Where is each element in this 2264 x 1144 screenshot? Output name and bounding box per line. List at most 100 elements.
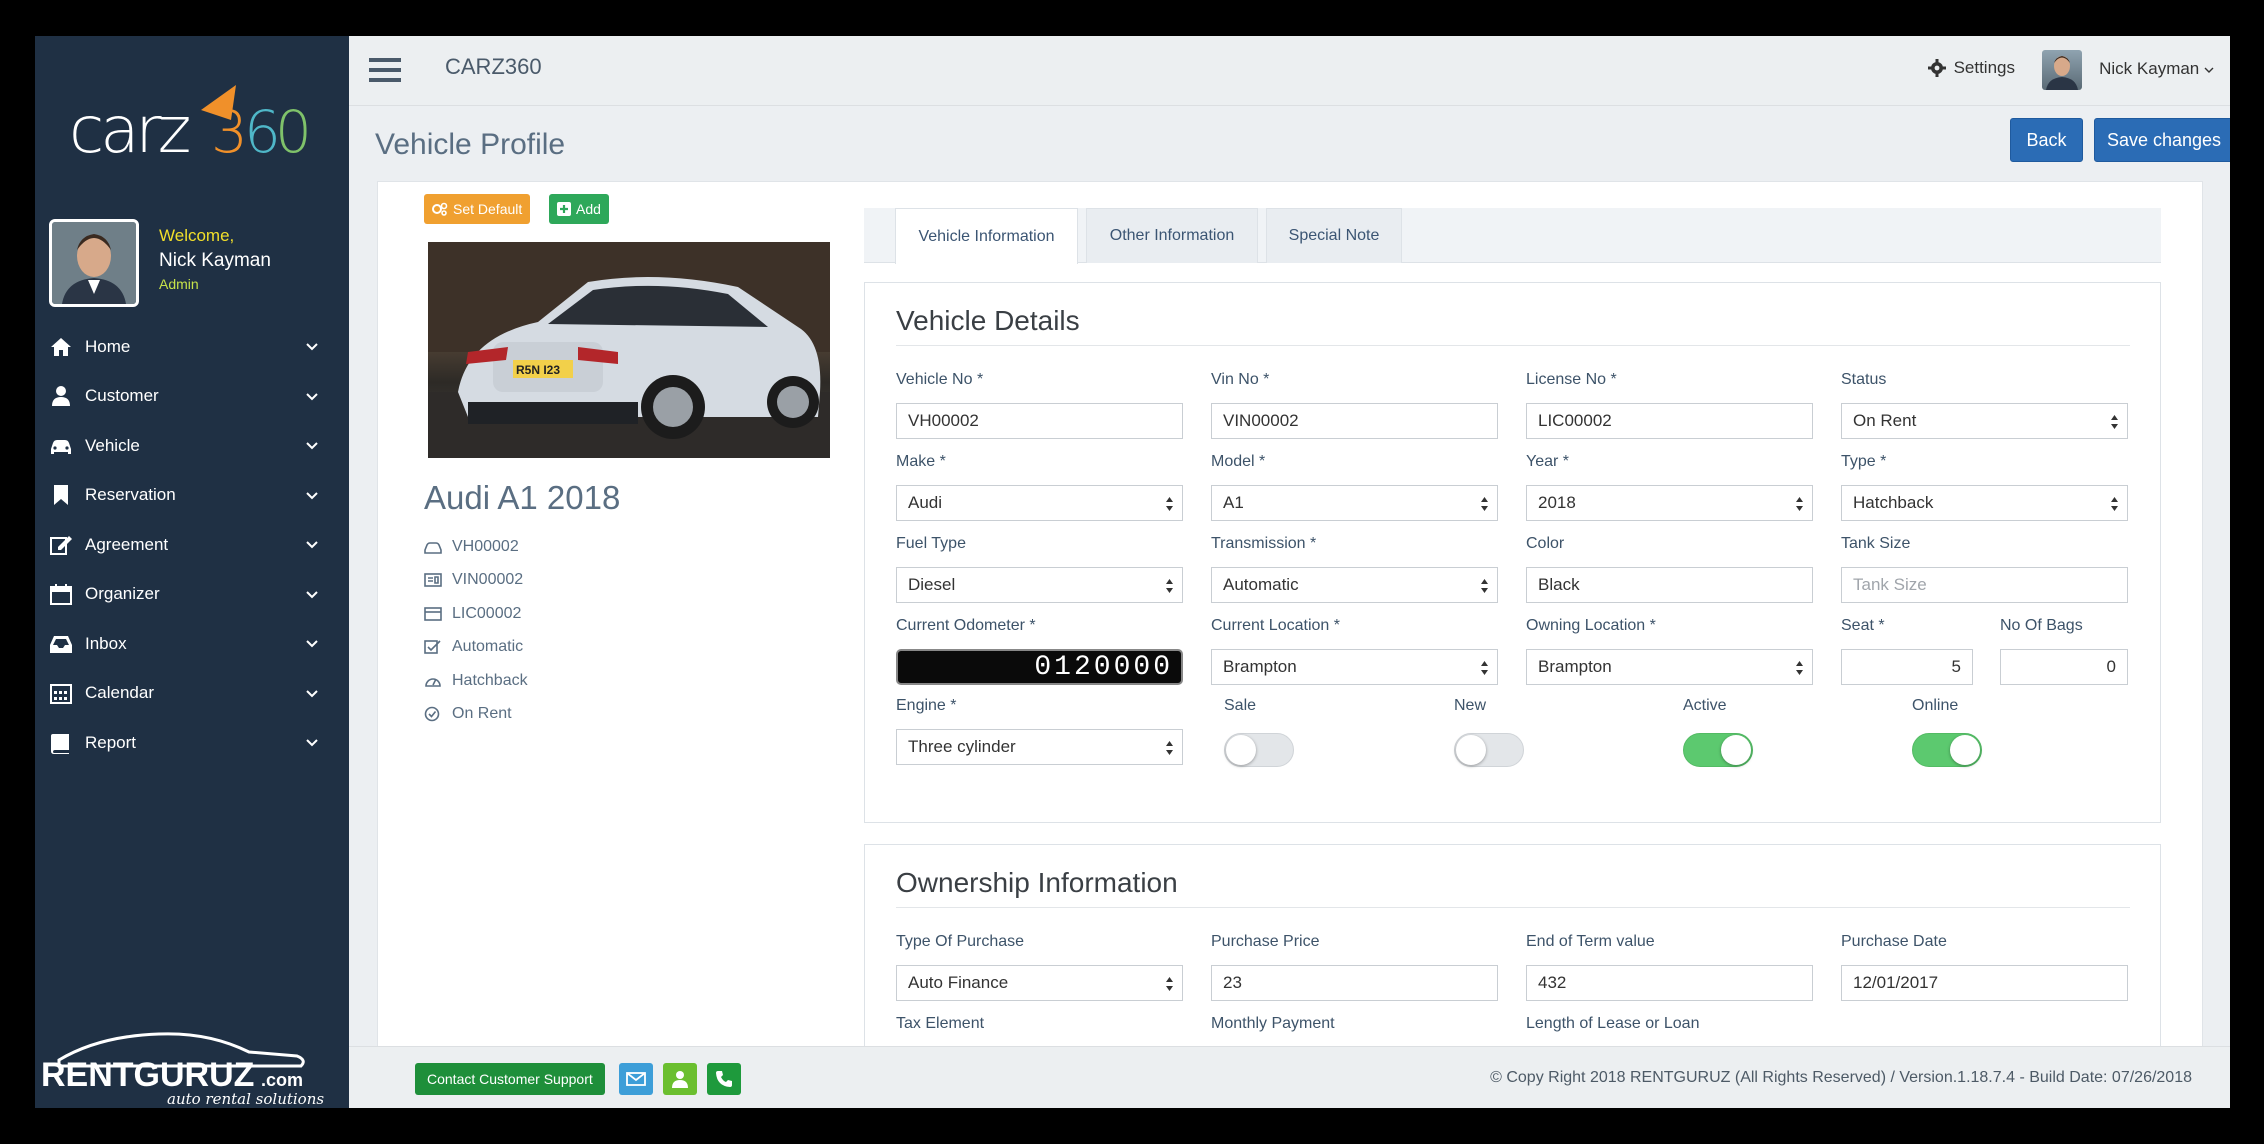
back-button[interactable]: Back [2010,118,2083,162]
vin-no-input[interactable]: VIN00002 [1211,403,1498,439]
sidebar-item-agreement[interactable]: Agreement [35,520,349,570]
seat-field: Seat * 5 [1841,617,1973,685]
select-arrows-icon [1166,977,1173,991]
field-label: Monthly Payment [1211,1015,1335,1032]
menu-icon[interactable] [369,56,401,84]
carz360-logo[interactable]: carz 3 6 0 [61,80,311,180]
chevron-down-icon [306,343,318,351]
end-of-term-input[interactable]: 432 [1526,965,1813,1001]
sidebar-item-reservation[interactable]: Reservation [35,471,349,521]
sidebar-item-home[interactable]: Home [35,322,349,372]
sidebar-item-report[interactable]: Report [35,718,349,768]
select-arrows-icon [2111,497,2118,511]
edit-icon [50,535,72,555]
chevron-down-icon [306,739,318,747]
sidebar-item-inbox[interactable]: Inbox [35,619,349,669]
sale-toggle[interactable] [1224,733,1294,767]
color-input[interactable]: Black [1526,567,1813,603]
fuel-type-select[interactable]: Diesel [896,567,1183,603]
svg-text:.com: .com [261,1070,303,1090]
tank-size-input[interactable]: Tank Size [1841,567,2128,603]
vehicle-details-heading: Vehicle Details [896,305,1080,336]
sidebar-item-customer[interactable]: Customer [35,372,349,422]
field-label: Purchase Price [1211,933,1320,950]
phone-button[interactable] [707,1063,741,1095]
current-location-select[interactable]: Brampton [1211,649,1498,685]
field-label: Length of Lease or Loan [1526,1015,1700,1032]
type-of-purchase-select[interactable]: Auto Finance [896,965,1183,1001]
checkbox-icon [424,640,441,655]
save-changes-button[interactable]: Save changes [2094,118,2230,162]
sidebar-user-name: Nick Kayman [159,250,271,271]
engine-select[interactable]: Three cylinder [896,729,1183,765]
field-label: Type * [1841,453,1887,470]
status-select[interactable]: On Rent [1841,403,2128,439]
sidebar-item-label: Calendar [85,683,154,703]
field-label: Vehicle No * [896,371,984,388]
type-of-purchase-field: Type Of Purchase Auto Finance [896,933,1183,1001]
set-default-button[interactable]: Set Default [424,194,531,224]
sidebar-item-label: Agreement [85,534,169,554]
topbar-avatar[interactable] [2042,50,2082,90]
tab-other-information[interactable]: Other Information [1086,208,1258,263]
transmission-select[interactable]: Automatic [1211,567,1498,603]
select-arrows-icon [2111,415,2118,429]
field-label: Model * [1211,453,1266,470]
add-photo-button[interactable]: Add [549,194,609,224]
field-label: Sale [1224,697,1257,714]
calendar-grid-icon [50,684,72,705]
purchase-price-input[interactable]: 23 [1211,965,1498,1001]
sidebar-item-vehicle[interactable]: Vehicle [35,421,349,471]
svg-text:RENTGURUZ: RENTGURUZ [41,1056,254,1094]
year-select[interactable]: 2018 [1526,485,1813,521]
purchase-date-input[interactable]: 12/01/2017 [1841,965,2128,1001]
app-window: carz 3 6 0 Welcome, Nick Kayman Admin Ho… [35,36,2230,1108]
tab-vehicle-information[interactable]: Vehicle Information [895,208,1078,264]
make-select[interactable]: Audi [896,485,1183,521]
calendar-icon [50,584,72,606]
field-label: Tax Element [896,1015,985,1032]
select-value: Hatchback [1853,493,1934,512]
contact-support-button[interactable]: Contact Customer Support [415,1063,605,1095]
vehicle-no-input[interactable]: VH00002 [896,403,1183,439]
model-select[interactable]: A1 [1211,485,1498,521]
type-select[interactable]: Hatchback [1841,485,2128,521]
seat-input[interactable]: 5 [1841,649,1973,685]
contact-button[interactable] [663,1063,697,1095]
user-menu[interactable]: Nick Kayman [2099,59,2214,79]
select-value: Auto Finance [908,973,1009,992]
select-arrows-icon [1481,497,1488,511]
settings-link[interactable]: Settings [1927,58,2015,78]
sidebar-item-calendar[interactable]: Calendar [35,669,349,719]
summary-vehicle-no: VH00002 [424,530,528,564]
vehicle-title: Audi A1 2018 [424,479,621,516]
field-label: Vin No * [1211,371,1270,388]
vin-no-field: Vin No * VIN00002 [1211,371,1498,439]
svg-text:carz: carz [69,94,189,168]
new-toggle[interactable] [1454,733,1524,767]
owning-location-field: Owning Location * Brampton [1526,617,1813,685]
car-icon [424,541,442,554]
select-arrows-icon [1166,741,1173,755]
tank-size-field: Tank Size Tank Size [1841,535,2128,603]
select-value: On Rent [1853,411,1917,430]
chevron-down-icon [306,640,318,648]
sale-field: Sale [1224,697,1344,767]
owning-location-select[interactable]: Brampton [1526,649,1813,685]
online-toggle[interactable] [1912,733,1982,767]
dashboard-icon [425,677,441,687]
toggle-knob [1721,735,1751,765]
odometer-input[interactable]: 0120000 [896,649,1183,685]
divider [896,907,2130,908]
active-toggle[interactable] [1683,733,1753,767]
email-button[interactable] [619,1063,653,1095]
tab-special-note[interactable]: Special Note [1266,208,1402,263]
vehicle-photo[interactable]: R5N I23 [428,242,830,458]
toggle-knob [1950,735,1980,765]
bags-input[interactable]: 0 [2000,649,2128,685]
model-field: Model * A1 [1211,453,1498,521]
field-label: Current Location * [1211,617,1340,634]
sidebar-item-organizer[interactable]: Organizer [35,570,349,620]
sidebar-user-role: Admin [159,276,199,292]
license-no-input[interactable]: LIC00002 [1526,403,1813,439]
